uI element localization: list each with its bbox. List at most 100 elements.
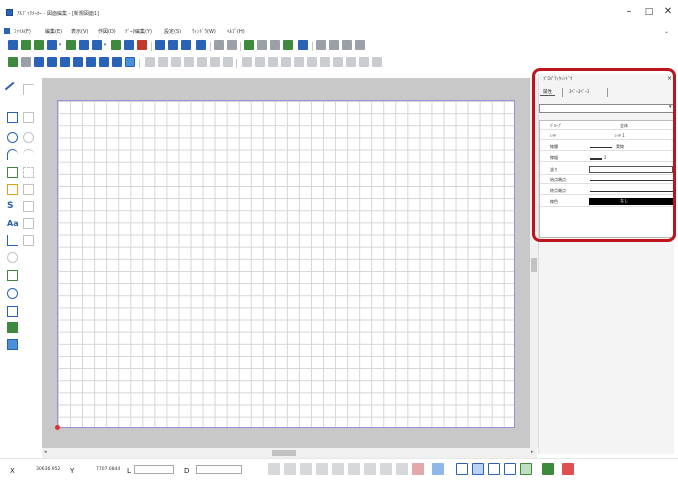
menu-draw[interactable]: 作図(D) <box>98 28 116 35</box>
layer-view-icon[interactable] <box>520 463 532 475</box>
align-right-icon[interactable] <box>268 57 278 67</box>
polyline-icon[interactable] <box>23 84 34 95</box>
print-mode-icon[interactable] <box>562 463 574 475</box>
rectangle-icon[interactable] <box>7 112 18 123</box>
scroll-left-arrow-icon[interactable]: ◂ <box>44 449 47 455</box>
trim-icon[interactable] <box>223 57 233 67</box>
layer-tool-icon[interactable] <box>23 235 34 246</box>
close-button[interactable]: ✕ <box>659 5 677 19</box>
circle-arc-icon[interactable] <box>23 149 34 160</box>
pointer-icon[interactable] <box>145 57 155 67</box>
rotate-icon[interactable] <box>171 57 181 67</box>
zoom-window-icon[interactable] <box>342 40 352 50</box>
ribbon-collapse-button[interactable]: ⌄ <box>664 28 669 35</box>
import-icon[interactable] <box>111 40 121 50</box>
snap-node-icon[interactable] <box>396 463 408 475</box>
layer-icon[interactable] <box>7 322 18 333</box>
ellipse-icon[interactable] <box>23 132 34 143</box>
drawing-sheet[interactable] <box>57 100 515 428</box>
save-as-icon[interactable] <box>47 40 57 50</box>
paper-view-icon[interactable] <box>488 463 500 475</box>
rectangle-alt-icon[interactable] <box>23 112 34 123</box>
undo-icon[interactable] <box>214 40 224 50</box>
open-template-icon[interactable] <box>34 40 44 50</box>
layout-view-icon[interactable] <box>504 463 516 475</box>
picture-tool-icon[interactable] <box>7 339 18 350</box>
save-icon[interactable] <box>66 40 76 50</box>
group-icon[interactable] <box>346 57 356 67</box>
text-alt-icon[interactable] <box>23 218 34 229</box>
redo-icon[interactable] <box>227 40 237 50</box>
frame-tool-icon[interactable] <box>23 184 34 195</box>
export-dropdown-icon[interactable]: ▾ <box>103 40 107 50</box>
snap-grid-icon[interactable] <box>412 463 424 475</box>
snap-quadrant-icon[interactable] <box>380 463 392 475</box>
print-icon[interactable] <box>137 40 147 50</box>
distribute-v-icon[interactable] <box>333 57 343 67</box>
minimize-button[interactable]: – <box>620 5 638 19</box>
paste-icon[interactable] <box>270 40 280 50</box>
align-center-icon[interactable] <box>255 57 265 67</box>
align-bottom-icon[interactable] <box>307 57 317 67</box>
ortho-mode-icon[interactable] <box>432 463 444 475</box>
length-field[interactable] <box>134 465 174 474</box>
save-all-icon[interactable] <box>79 40 89 50</box>
page-tool-icon[interactable] <box>7 306 18 317</box>
snap-perpendicular-icon[interactable] <box>316 463 328 475</box>
text-icon[interactable]: Aa <box>7 218 19 229</box>
mirror-icon[interactable] <box>184 57 194 67</box>
distribute-h-icon[interactable] <box>320 57 330 67</box>
grid-snap-icon[interactable] <box>472 463 484 475</box>
move-icon[interactable] <box>158 57 168 67</box>
scale-icon[interactable] <box>197 57 207 67</box>
offset-icon[interactable] <box>210 57 220 67</box>
menu-window[interactable]: ｳｨﾝﾄﾞｳ(W) <box>192 28 216 35</box>
zoom-tool-icon[interactable] <box>7 288 18 299</box>
menu-help[interactable]: ﾍﾙﾌﾟ(H) <box>227 28 245 35</box>
direction-field[interactable] <box>196 465 242 474</box>
export-icon[interactable] <box>92 40 102 50</box>
symbol-icon[interactable] <box>23 167 34 178</box>
paste-special-icon[interactable] <box>283 40 293 50</box>
fill-tool-icon[interactable] <box>125 57 135 67</box>
print-range-icon[interactable] <box>168 40 178 50</box>
zoom-out-icon[interactable] <box>329 40 339 50</box>
horizontal-scroll-thumb[interactable] <box>272 450 296 456</box>
snap-intersection-icon[interactable] <box>300 463 312 475</box>
circle-icon[interactable] <box>7 132 18 143</box>
hatch-icon[interactable] <box>7 184 18 195</box>
print-preview-icon[interactable] <box>124 40 134 50</box>
new-icon[interactable] <box>8 40 18 50</box>
snap-center-icon[interactable] <box>364 463 376 475</box>
table-icon[interactable] <box>99 57 109 67</box>
point-icon[interactable] <box>7 167 18 178</box>
snap-nearest-icon[interactable] <box>348 463 360 475</box>
scroll-right-arrow-icon[interactable]: ▸ <box>531 449 534 455</box>
snap-midpoint-icon[interactable] <box>284 463 296 475</box>
grid-display-icon[interactable] <box>456 463 468 475</box>
save-as-dropdown-icon[interactable]: ▾ <box>58 40 62 50</box>
menu-data-edit[interactable]: ﾃﾞｰﾀ編集(Y) <box>125 28 152 35</box>
copy-icon[interactable] <box>257 40 267 50</box>
zoom-in-icon[interactable] <box>316 40 326 50</box>
zoom-fit-icon[interactable] <box>355 40 365 50</box>
snap-tangent-icon[interactable] <box>332 463 344 475</box>
print-settings-icon[interactable] <box>155 40 165 50</box>
select-icon[interactable] <box>8 57 18 67</box>
cut-icon[interactable] <box>244 40 254 50</box>
frame-icon[interactable] <box>60 57 70 67</box>
spline-icon[interactable]: S <box>7 201 18 212</box>
close-window-icon[interactable] <box>86 57 96 67</box>
menu-edit[interactable]: 編集(E) <box>45 28 62 35</box>
align-left-icon[interactable] <box>242 57 252 67</box>
arc-icon[interactable] <box>7 149 18 160</box>
page-setup-icon[interactable] <box>181 40 191 50</box>
measure-icon[interactable] <box>112 57 122 67</box>
open-icon[interactable] <box>21 40 31 50</box>
dimension-icon[interactable] <box>23 201 34 212</box>
menu-file[interactable]: ﾌｧｲﾙ(F) <box>14 28 31 35</box>
ungroup-icon[interactable] <box>359 57 369 67</box>
snap-endpoint-icon[interactable] <box>268 463 280 475</box>
display-icon[interactable] <box>196 40 206 50</box>
color-mode-icon[interactable] <box>542 463 554 475</box>
